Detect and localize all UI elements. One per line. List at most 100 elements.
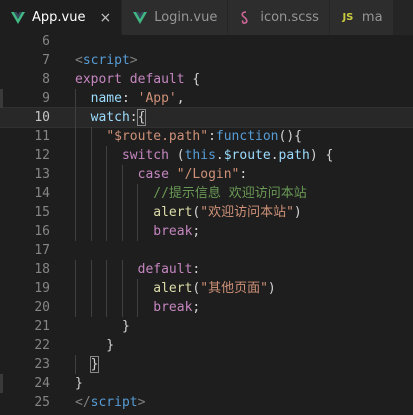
code-line[interactable]: 23 }	[0, 355, 413, 374]
code-token: </	[75, 395, 91, 410]
tab-label: ma	[361, 10, 383, 25]
code-text: "$route.path":function(){	[75, 127, 302, 146]
js-icon: JS	[340, 10, 356, 26]
code-text: //提示信息 欢迎访问本站	[75, 184, 307, 203]
line-number: 7	[42, 53, 50, 68]
code-token: $route	[223, 148, 271, 163]
code-token: "欢迎访问本站"	[200, 205, 294, 220]
code-token: )	[267, 281, 276, 296]
code-line[interactable]: 16 break;	[0, 222, 413, 241]
tab-icon-scss[interactable]: icon.scss	[228, 0, 330, 35]
code-line[interactable]: 12 switch (this.$route.path) {	[0, 146, 413, 165]
code-line[interactable]: 20 break;	[0, 298, 413, 317]
code-token: watch	[90, 110, 130, 125]
line-number: 14	[34, 186, 50, 201]
gutter-marker	[0, 89, 3, 108]
code-token: <	[75, 53, 83, 68]
code-line[interactable]: 15 alert("欢迎访问本站")	[0, 203, 413, 222]
vue-icon	[10, 10, 26, 26]
code-text: watch:{	[75, 108, 147, 127]
code-token: alert	[153, 281, 193, 296]
code-token: case	[137, 167, 169, 182]
line-number: 24	[34, 376, 50, 391]
line-number: 11	[34, 129, 50, 144]
code-token: >	[137, 395, 146, 410]
line-number: 9	[42, 91, 50, 106]
line-number: 17	[34, 243, 50, 258]
code-text: break;	[75, 222, 200, 241]
code-line[interactable]: 8 export default {	[0, 70, 413, 89]
code-token: script	[90, 395, 138, 410]
matched-bracket: {	[136, 109, 147, 126]
code-token: //提示信息 欢迎访问本站	[153, 186, 307, 201]
code-token: switch	[121, 148, 169, 163]
code-line[interactable]: 14 //提示信息 欢迎访问本站	[0, 184, 413, 203]
line-number: 22	[34, 338, 50, 353]
code-token: break	[153, 224, 193, 239]
line-number: 25	[34, 395, 50, 410]
code-token: :	[121, 91, 138, 106]
code-line[interactable]: 21 }	[0, 317, 413, 336]
code-text: alert("欢迎访问本站")	[75, 203, 302, 222]
code-token: }	[75, 338, 115, 353]
tab-app-vue[interactable]: App.vue ×	[0, 0, 123, 35]
code-text: }	[75, 355, 100, 374]
code-line[interactable]: 6	[0, 35, 413, 51]
gutter-marker	[0, 374, 3, 393]
code-token: "/Login"	[176, 167, 240, 182]
code-text: export default {	[75, 70, 200, 89]
code-token: :	[129, 110, 138, 125]
code-line[interactable]: 7 <script>	[0, 51, 413, 70]
code-text: }	[75, 374, 83, 393]
code-token: name	[90, 91, 122, 106]
code-line[interactable]: 22 }	[0, 336, 413, 355]
code-token: ;	[192, 300, 201, 315]
code-line[interactable]: 11 "$route.path":function(){	[0, 127, 413, 146]
code-token: }	[75, 376, 83, 391]
code-token: .	[215, 148, 224, 163]
line-number: 12	[34, 148, 50, 163]
line-number: 15	[34, 205, 50, 220]
code-token: default	[137, 262, 193, 277]
code-token: :	[208, 129, 216, 144]
code-line[interactable]: 25 </script>	[0, 393, 413, 412]
code-token: )	[293, 205, 302, 220]
tab-label: icon.scss	[260, 10, 319, 25]
code-line[interactable]: 13 case "/Login":	[0, 165, 413, 184]
code-line[interactable]: 24}	[0, 374, 413, 393]
code-text: <script>	[75, 51, 138, 70]
code-line[interactable]: 9 name: 'App',	[0, 89, 413, 108]
code-token: ;	[192, 224, 201, 239]
code-token: "$route.path"	[106, 129, 209, 144]
code-line[interactable]: 17	[0, 241, 413, 260]
code-token: ) {	[309, 148, 334, 163]
line-number: 6	[42, 35, 50, 49]
tab-ma[interactable]: JS ma	[329, 0, 394, 35]
code-token: (){	[278, 129, 302, 144]
tab-label: Login.vue	[154, 10, 218, 25]
code-text: name: 'App',	[75, 89, 185, 108]
code-token: (	[168, 148, 185, 163]
code-line[interactable]: 10 watch:{	[0, 107, 413, 128]
line-number: 20	[34, 300, 50, 315]
code-token: >	[129, 53, 138, 68]
code-text: case "/Login":	[75, 165, 248, 184]
scss-icon	[238, 10, 254, 26]
code-line[interactable]: 18 default:	[0, 260, 413, 279]
matched-bracket: }	[89, 356, 100, 373]
close-icon[interactable]: ×	[99, 10, 111, 26]
tab-login-vue[interactable]: Login.vue	[122, 0, 229, 35]
code-editor[interactable]: 6 7 <script> 8 export default {9 name: 'App'…	[0, 35, 413, 415]
line-number: 18	[34, 262, 50, 277]
code-line[interactable]: 19 alert("其他页面")	[0, 279, 413, 298]
vue-icon	[132, 10, 148, 26]
js-icon-text: JS	[342, 12, 354, 23]
